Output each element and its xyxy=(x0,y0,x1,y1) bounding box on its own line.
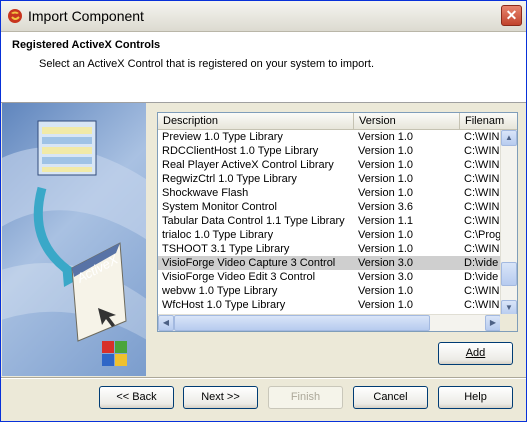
cell-description: TSHOOT 3.1 Type Library xyxy=(162,243,290,255)
cell-version: Version 3.6 xyxy=(358,201,414,213)
cell-description: webvw 1.0 Type Library xyxy=(162,285,278,297)
cell-version: Version 1.0 xyxy=(358,173,414,185)
cell-version: Version 1.0 xyxy=(358,229,414,241)
close-icon[interactable]: ✕ xyxy=(501,5,522,26)
cell-description: Real Player ActiveX Control Library xyxy=(162,159,334,171)
cell-version: Version 1.0 xyxy=(358,187,414,199)
finish-button[interactable]: Finish xyxy=(268,386,343,409)
table-row[interactable]: webvw 1.0 Type Library Version 1.0 C:\WIN xyxy=(158,284,501,298)
cell-filename: C:\WIN xyxy=(464,299,500,311)
scroll-right-icon[interactable]: ▶ xyxy=(485,315,501,331)
table-row[interactable]: TSHOOT 3.1 Type Library Version 1.0 C:\WIN xyxy=(158,242,501,256)
cancel-button[interactable]: Cancel xyxy=(353,386,428,409)
table-row[interactable]: VisioForge Video Edit 3 Control Version 3… xyxy=(158,270,501,284)
footer-separator xyxy=(1,377,526,379)
scroll-left-icon[interactable]: ◀ xyxy=(158,315,174,331)
activex-illustration-icon: ActiveX xyxy=(2,120,146,366)
cell-version: Version 1.1 xyxy=(358,215,414,227)
wizard-header: Registered ActiveX Controls Select an Ac… xyxy=(1,32,526,103)
scroll-up-icon[interactable]: ▲ xyxy=(501,130,517,146)
help-button[interactable]: Help xyxy=(438,386,513,409)
activex-controls-list[interactable]: Description Version Filenam Preview 1.0 … xyxy=(157,112,518,332)
column-header-description[interactable]: Description xyxy=(158,113,354,130)
table-row[interactable]: System Monitor Control Version 3.6 C:\WIN xyxy=(158,200,501,214)
column-header-filename[interactable]: Filenam xyxy=(460,113,517,130)
table-row[interactable]: VisioForge Video Capture 3 Control Versio… xyxy=(158,256,501,270)
cell-filename: D:\vide xyxy=(464,257,499,269)
title-bar[interactable]: Import Component ✕ xyxy=(1,1,526,32)
cell-filename: C:\WIN xyxy=(464,131,500,143)
header-subtitle: Select an ActiveX Control that is regist… xyxy=(39,58,375,70)
cell-filename: C:\WIN xyxy=(464,145,500,157)
cell-version: Version 3.0 xyxy=(358,257,414,269)
table-row[interactable]: Real Player ActiveX Control Library Versi… xyxy=(158,158,501,172)
cell-filename: C:\Prog xyxy=(464,229,502,241)
cell-description: WfcHost 1.0 Type Library xyxy=(162,299,286,311)
app-icon xyxy=(8,9,22,23)
cell-filename: C:\WIN xyxy=(464,215,500,227)
cell-description: Preview 1.0 Type Library xyxy=(162,131,283,143)
cell-description: Tabular Data Control 1.1 Type Library xyxy=(162,215,345,227)
horizontal-scroll-thumb[interactable] xyxy=(174,315,430,331)
table-row[interactable]: trialoc 1.0 Type Library Version 1.0 C:\Pr… xyxy=(158,228,501,242)
table-row[interactable]: Shockwave Flash Version 1.0 C:\WIN xyxy=(158,186,501,200)
add-button[interactable]: Add xyxy=(438,342,513,365)
cell-version: Version 1.0 xyxy=(358,299,414,311)
back-button[interactable]: << Back xyxy=(99,386,174,409)
cell-description: Shockwave Flash xyxy=(162,187,249,199)
cell-version: Version 1.0 xyxy=(358,285,414,297)
cell-description: RegwizCtrl 1.0 Type Library xyxy=(162,173,297,185)
cell-version: Version 1.0 xyxy=(358,243,414,255)
cell-filename: C:\WIN xyxy=(464,173,500,185)
next-button[interactable]: Next >> xyxy=(183,386,258,409)
cell-filename: C:\WIN xyxy=(464,243,500,255)
cell-description: trialoc 1.0 Type Library xyxy=(162,229,274,241)
cell-filename: D:\vide xyxy=(464,271,499,283)
horizontal-scrollbar[interactable]: ◀ ▶ xyxy=(158,314,501,331)
wizard-illustration: ActiveX xyxy=(2,103,146,376)
vertical-scrollbar[interactable]: ▲ ▼ xyxy=(500,130,517,316)
table-row[interactable]: WfcHost 1.0 Type Library Version 1.0 C:\WI… xyxy=(158,298,501,312)
import-component-dialog: Import Component ✕ Registered ActiveX Co… xyxy=(0,0,527,422)
table-row[interactable]: Tabular Data Control 1.1 Type Library Ver… xyxy=(158,214,501,228)
header-title: Registered ActiveX Controls xyxy=(12,39,161,51)
cell-filename: C:\WIN xyxy=(464,285,500,297)
table-row[interactable]: RDCClientHost 1.0 Type Library Version 1.… xyxy=(158,144,501,158)
table-row[interactable]: RegwizCtrl 1.0 Type Library Version 1.0 C:… xyxy=(158,172,501,186)
cell-filename: C:\WIN xyxy=(464,201,500,213)
cell-description: VisioForge Video Edit 3 Control xyxy=(162,271,316,283)
cell-version: Version 1.0 xyxy=(358,145,414,157)
table-row[interactable]: Preview 1.0 Type Library Version 1.0 C:\WI… xyxy=(158,130,501,144)
table-rows: Preview 1.0 Type Library Version 1.0 C:\WI… xyxy=(158,130,501,312)
cell-version: Version 1.0 xyxy=(358,131,414,143)
scroll-thumb[interactable] xyxy=(501,262,517,286)
cell-description: VisioForge Video Capture 3 Control xyxy=(162,257,336,269)
cell-filename: C:\WIN xyxy=(464,159,500,171)
window-title: Import Component xyxy=(28,8,144,24)
cell-version: Version 3.0 xyxy=(358,271,414,283)
cell-version: Version 1.0 xyxy=(358,159,414,171)
cell-description: System Monitor Control xyxy=(162,201,277,213)
cell-filename: C:\WIN xyxy=(464,187,500,199)
add-button-label: Add xyxy=(465,347,486,359)
column-header-version[interactable]: Version xyxy=(354,113,460,130)
cell-description: RDCClientHost 1.0 Type Library xyxy=(162,145,319,157)
scrollbar-corner xyxy=(500,314,517,331)
